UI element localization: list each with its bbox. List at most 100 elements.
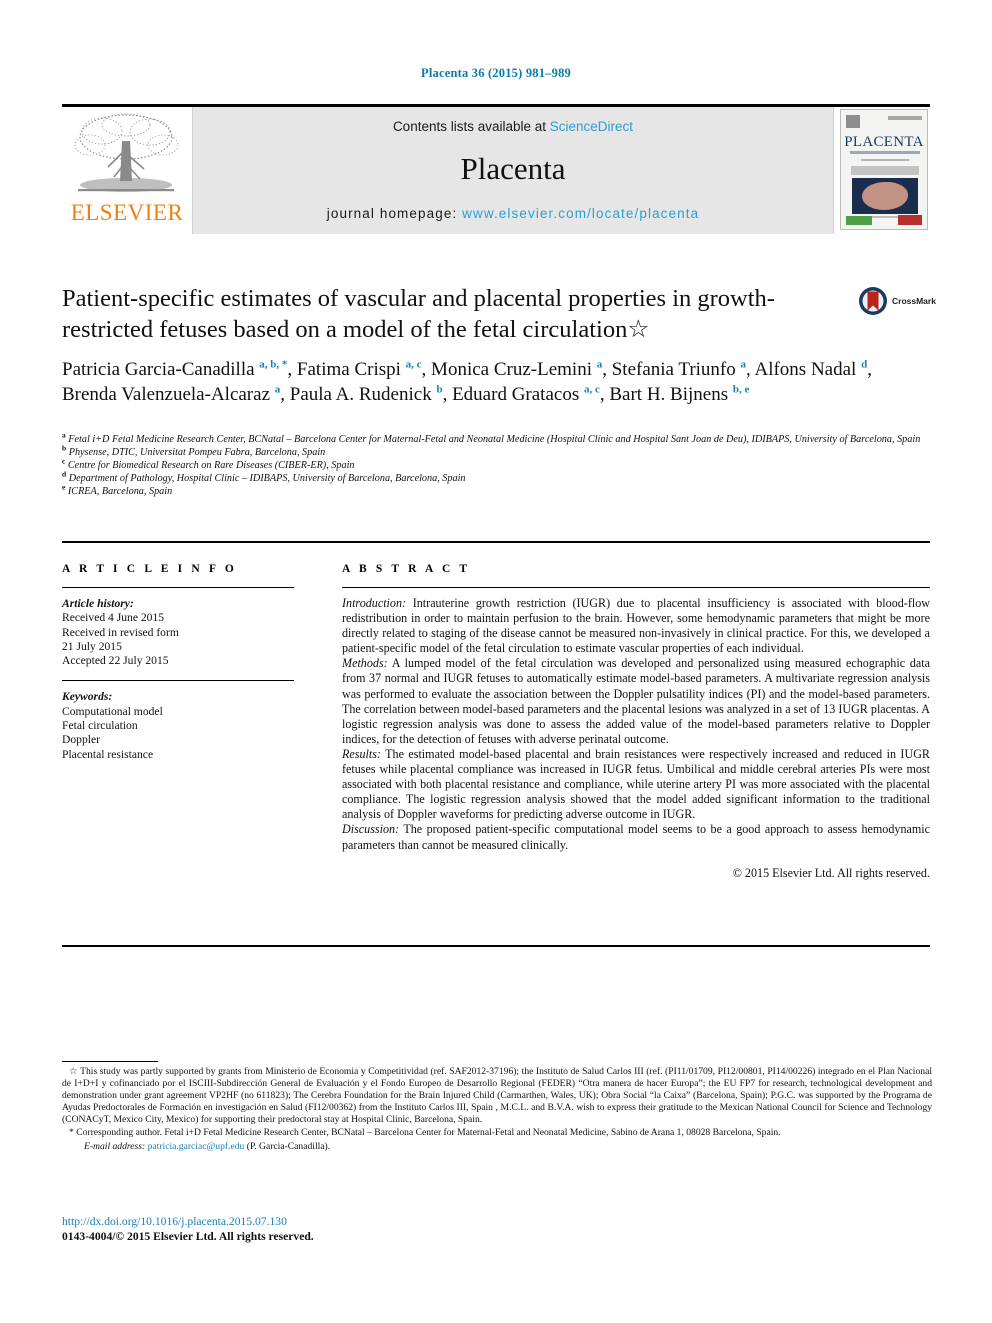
crossmark-icon xyxy=(859,287,887,315)
crossmark-badge[interactable]: CrossMark xyxy=(858,284,942,318)
cover-title: PLACENTA xyxy=(844,134,924,150)
affiliation-text: Department of Pathology, Hospital Clínic… xyxy=(68,473,466,485)
abstract-paragraph: Discussion: The proposed patient-specifi… xyxy=(342,822,930,852)
journal-masthead: ELSEVIER Contents lists available at Sci… xyxy=(62,104,930,234)
email-label: E-mail address: xyxy=(84,1140,146,1152)
affiliation-item: e ICREA, Barcelona, Spain xyxy=(62,482,932,499)
article-history: Article history: Received 4 June 2015 Re… xyxy=(62,597,307,668)
cover-placenta-blob xyxy=(862,182,908,210)
running-head: Placenta 36 (2015) 981–989 xyxy=(421,66,571,80)
author-entry: Monica Cruz-Lemini a xyxy=(431,359,602,380)
author-entry: Alfons Nadal d xyxy=(754,359,867,380)
affiliation-mark: d xyxy=(62,469,67,479)
abstract-copyright: © 2015 Elsevier Ltd. All rights reserved… xyxy=(732,865,930,880)
issn-copyright-line: 0143-4004/© 2015 Elsevier Ltd. All right… xyxy=(62,1229,314,1243)
article-history-item: Received 4 June 2015 xyxy=(62,611,165,625)
article-info-column: A R T I C L E I N F O Article history: R… xyxy=(62,563,307,762)
crossmark-label: CrossMark xyxy=(892,296,936,306)
article-history-item: Received in revised form xyxy=(62,625,179,639)
abstract-rule xyxy=(342,587,930,588)
affiliation-text: Physense, DTIC, Universitat Pompeu Fabra… xyxy=(68,447,326,459)
abstract-heading: A B S T R A C T xyxy=(342,563,471,575)
keyword-item: Placental resistance xyxy=(62,747,154,761)
journal-cover-thumbnail: PLACENTA xyxy=(834,107,930,234)
keyword-item: Doppler xyxy=(62,733,100,747)
affiliation-item: a Fetal i+D Fetal Medicine Research Cent… xyxy=(62,430,932,447)
author-entry: Paula A. Rudenick b xyxy=(290,384,443,405)
abstract-section-text: A lumped model of the fetal circulation … xyxy=(342,656,931,746)
abstract-section-label: Introduction: xyxy=(342,596,407,610)
article-info-rule xyxy=(62,587,294,588)
cover-logo-left xyxy=(846,216,872,225)
abstract-section-text: The estimated model-based placental and … xyxy=(342,746,930,822)
abstract-paragraph: Results: The estimated model-based place… xyxy=(342,747,930,822)
affiliation-item: c Centre for Biomedical Research on Rare… xyxy=(62,456,932,473)
elsevier-tree-icon xyxy=(74,113,179,192)
doi-link[interactable]: http://dx.doi.org/10.1016/j.placenta.201… xyxy=(62,1215,662,1230)
author-affiliation-marks: a xyxy=(274,383,281,396)
journal-title: Placenta xyxy=(460,151,566,186)
article-first-page: Placenta 36 (2015) 981–989 ELSEVIER Cont… xyxy=(0,0,992,1323)
author-affiliation-marks: a, b, * xyxy=(259,358,288,371)
homepage-prefix: journal homepage: xyxy=(326,206,463,221)
abstract-section-label: Methods: xyxy=(342,656,388,671)
footnote-corresponding-author: * Corresponding author. Fetal i+D Fetal … xyxy=(69,1127,781,1139)
cover-barcode xyxy=(846,115,860,128)
keyword-list: Keywords: Computational model Fetal circ… xyxy=(62,690,307,761)
author-entry: Brenda Valenzuela-Alcaraz a xyxy=(62,384,280,405)
article-history-label: Article history: xyxy=(62,597,134,610)
email-link[interactable]: patricia.garciac@upf.edu xyxy=(148,1141,245,1152)
author-entry: Stefania Triunfo a xyxy=(612,359,746,380)
author-affiliation-marks: a xyxy=(596,358,603,371)
journal-homepage-link[interactable]: www.elsevier.com/locate/placenta xyxy=(462,206,699,221)
abstract-section-text: The proposed patient-specific computatio… xyxy=(342,822,930,852)
section-divider-bottom xyxy=(62,945,930,947)
article-history-item: Accepted 22 July 2015 xyxy=(62,654,169,668)
author-affiliation-marks: d xyxy=(861,358,868,371)
author-affiliation-marks: a, c xyxy=(583,383,600,396)
contents-lists-line: Contents lists available at ScienceDirec… xyxy=(193,119,833,134)
section-divider-top xyxy=(62,541,930,543)
footnote-divider xyxy=(62,1061,158,1062)
author-entry: Bart H. Bijnens b, e xyxy=(609,384,749,405)
keyword-item: Fetal circulation xyxy=(62,719,138,733)
abstract-section-label: Discussion: xyxy=(342,822,400,837)
article-history-item: 21 July 2015 xyxy=(62,639,122,653)
author-name: Bart H. Bijnens xyxy=(609,383,729,405)
sciencedirect-link[interactable]: ScienceDirect xyxy=(550,119,633,134)
contents-lists-prefix: Contents lists available at xyxy=(392,119,550,134)
keywords-label: Keywords: xyxy=(62,690,113,704)
affiliation-mark: b xyxy=(62,443,67,453)
affiliation-mark: c xyxy=(62,456,66,466)
abstract-section-text: Intrauterine growth restriction (IUGR) d… xyxy=(342,596,930,656)
author-affiliation-marks: a, c xyxy=(405,358,422,371)
author-name: Eduard Gratacos xyxy=(452,383,580,405)
affiliation-item: d Department of Pathology, Hospital Clín… xyxy=(62,469,932,486)
cover-placenta-image xyxy=(852,178,918,214)
abstract-paragraph: Methods: A lumped model of the fetal cir… xyxy=(342,656,930,747)
author-name: Brenda Valenzuela-Alcaraz xyxy=(62,383,270,405)
affiliation-text: Fetal i+D Fetal Medicine Research Center… xyxy=(68,434,921,445)
journal-homepage-line: journal homepage: www.elsevier.com/locat… xyxy=(193,206,833,221)
affiliation-mark: e xyxy=(62,482,66,492)
author-affiliation-marks: a xyxy=(740,358,747,371)
author-entry: Fatima Crispi a, c xyxy=(297,359,422,380)
abstract-section-label: Results: xyxy=(342,746,381,761)
cover-publisher-mark xyxy=(888,116,922,120)
affiliation-list: a Fetal i+D Fetal Medicine Research Cent… xyxy=(62,430,932,499)
affiliation-mark: a xyxy=(62,430,66,440)
author-name: Patricia Garcia-Canadilla xyxy=(62,359,255,380)
footnote-block: ☆ This study was partly supported by gra… xyxy=(62,1066,932,1154)
author-entry: Patricia Garcia-Canadilla a, b, * xyxy=(62,359,287,380)
author-name: Monica Cruz-Lemini xyxy=(431,359,592,380)
abstract-paragraph: Introduction: Intrauterine growth restri… xyxy=(342,596,930,656)
author-name: Stefania Triunfo xyxy=(611,359,736,380)
abstract-column: A B S T R A C T Introduction: Intrauteri… xyxy=(342,563,930,881)
author-list: Patricia Garcia-Canadilla a, b, *, Fatim… xyxy=(62,358,872,405)
author-name: Paula A. Rudenick xyxy=(289,383,432,405)
page-title: Patient-specific estimates of vascular a… xyxy=(62,285,775,343)
affiliation-text: Centre for Biomedical Research on Rare D… xyxy=(67,460,355,472)
keyword-item: Computational model xyxy=(62,704,163,718)
cover-logo-right xyxy=(898,215,922,225)
author-affiliation-marks: b xyxy=(436,383,443,396)
